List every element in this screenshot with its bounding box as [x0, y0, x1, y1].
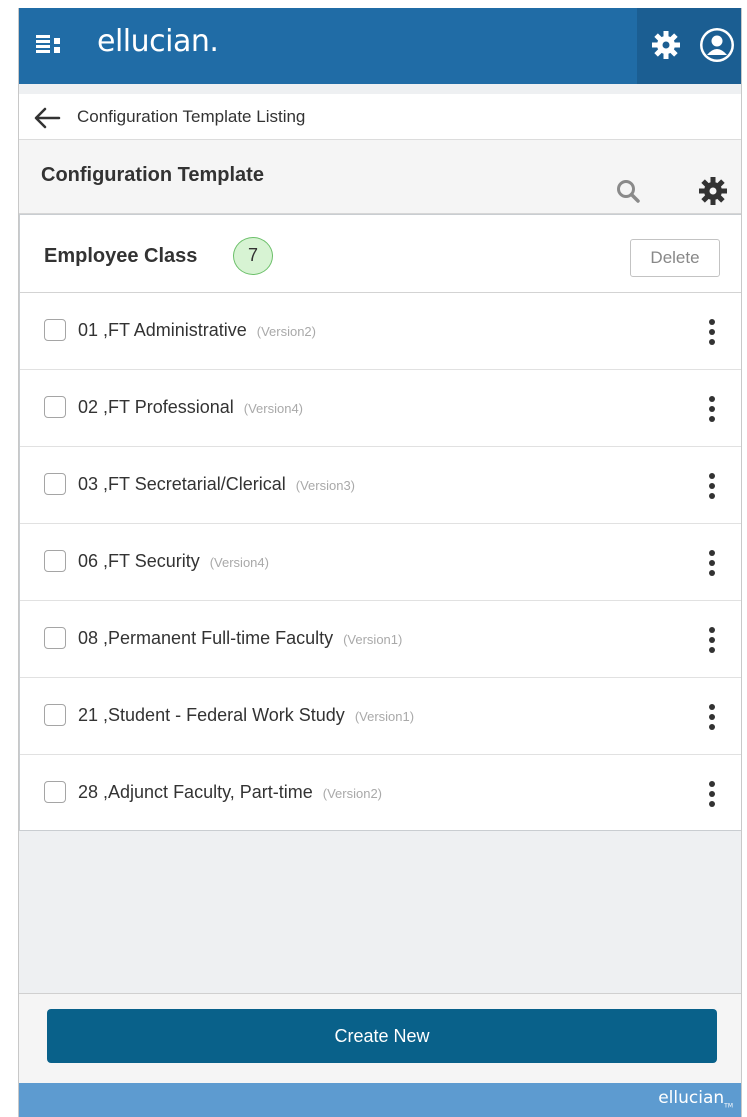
item-version: (Version1)	[354, 709, 415, 724]
item-label[interactable]: 28 ,Adjunct Faculty, Part-time (Version2)	[78, 782, 382, 803]
more-options-icon[interactable]	[708, 473, 716, 503]
footer-brand-text: ellucian	[658, 1088, 725, 1108]
item-label[interactable]: 03 ,FT Secretarial/Clerical (Version3)	[78, 474, 355, 495]
item-label[interactable]: 21 ,Student - Federal Work Study (Version…	[78, 705, 414, 726]
item-label[interactable]: 08 ,Permanent Full-time Faculty (Version1…	[78, 628, 402, 649]
app-frame: ellucian. Configuration Template Listing…	[18, 8, 742, 1117]
list-item[interactable]: 28 ,Adjunct Faculty, Part-time (Version2)	[20, 755, 741, 832]
back-navigation[interactable]: Configuration Template Listing	[19, 94, 741, 140]
top-header: ellucian.	[19, 8, 741, 84]
list-item[interactable]: 08 ,Permanent Full-time Faculty (Version1…	[20, 601, 741, 678]
more-options-icon[interactable]	[708, 781, 716, 811]
settings-gear-icon[interactable]	[698, 176, 728, 206]
gear-icon[interactable]	[651, 30, 681, 60]
more-options-icon[interactable]	[708, 550, 716, 580]
item-name: 08 ,Permanent Full-time Faculty	[78, 628, 334, 648]
item-checkbox[interactable]	[44, 704, 66, 726]
more-options-icon[interactable]	[708, 704, 716, 734]
item-checkbox[interactable]	[44, 396, 66, 418]
item-label[interactable]: 01 ,FT Administrative (Version2)	[78, 320, 316, 341]
apps-icon[interactable]	[36, 35, 66, 57]
delete-button[interactable]: Delete	[630, 239, 720, 277]
item-version: (Version1)	[343, 632, 403, 647]
item-version: (Version2)	[256, 324, 316, 339]
trademark-mark: TM	[724, 1102, 733, 1110]
item-name: 28 ,Adjunct Faculty, Part-time	[78, 782, 313, 802]
count-badge: 7	[233, 237, 273, 275]
item-checkbox[interactable]	[44, 319, 66, 341]
item-name: 21 ,Student - Federal Work Study	[78, 705, 345, 725]
search-icon[interactable]	[615, 178, 641, 204]
back-arrow-icon[interactable]	[33, 106, 61, 130]
create-new-button[interactable]: Create New	[47, 1009, 717, 1063]
item-name: 01 ,FT Administrative	[78, 320, 247, 340]
item-label[interactable]: 06 ,FT Security (Version4)	[78, 551, 269, 572]
item-name: 03 ,FT Secretarial/Clerical	[78, 474, 286, 494]
footer-brand: ellucianTM	[658, 1088, 733, 1109]
header-actions	[637, 8, 741, 84]
page-title: Configuration Template	[41, 164, 264, 186]
more-options-icon[interactable]	[708, 319, 716, 349]
item-name: 02 ,FT Professional	[78, 397, 234, 417]
item-checkbox[interactable]	[44, 473, 66, 495]
item-name: 06 ,FT Security	[78, 551, 200, 571]
list-item[interactable]: 02 ,FT Professional (Version4)	[20, 370, 741, 447]
footer-actions: Create New	[19, 993, 741, 1083]
item-version: (Version2)	[322, 786, 383, 801]
item-version: (Version4)	[243, 401, 303, 416]
more-options-icon[interactable]	[708, 396, 716, 426]
list-item[interactable]: 21 ,Student - Federal Work Study (Version…	[20, 678, 741, 755]
item-label[interactable]: 02 ,FT Professional (Version4)	[78, 397, 303, 418]
item-version: (Version3)	[295, 478, 355, 493]
section-title: Employee Class	[44, 245, 198, 267]
page-title-bar: Configuration Template	[19, 140, 741, 214]
list-item[interactable]: 06 ,FT Security (Version4)	[20, 524, 741, 601]
card-header: Employee Class 7 Delete	[20, 215, 741, 293]
brand-logo: ellucian.	[97, 24, 219, 59]
more-options-icon[interactable]	[708, 627, 716, 657]
user-icon[interactable]	[699, 27, 735, 63]
back-link[interactable]: Configuration Template Listing	[77, 107, 305, 127]
bottom-bar: ellucianTM	[19, 1083, 741, 1117]
item-version: (Version4)	[209, 555, 269, 570]
item-checkbox[interactable]	[44, 550, 66, 572]
item-checkbox[interactable]	[44, 627, 66, 649]
item-checkbox[interactable]	[44, 781, 66, 803]
list-item[interactable]: 03 ,FT Secretarial/Clerical (Version3)	[20, 447, 741, 524]
employee-class-card: Employee Class 7 Delete 01 ,FT Administr…	[19, 214, 741, 832]
list-item[interactable]: 01 ,FT Administrative (Version2)	[20, 293, 741, 370]
